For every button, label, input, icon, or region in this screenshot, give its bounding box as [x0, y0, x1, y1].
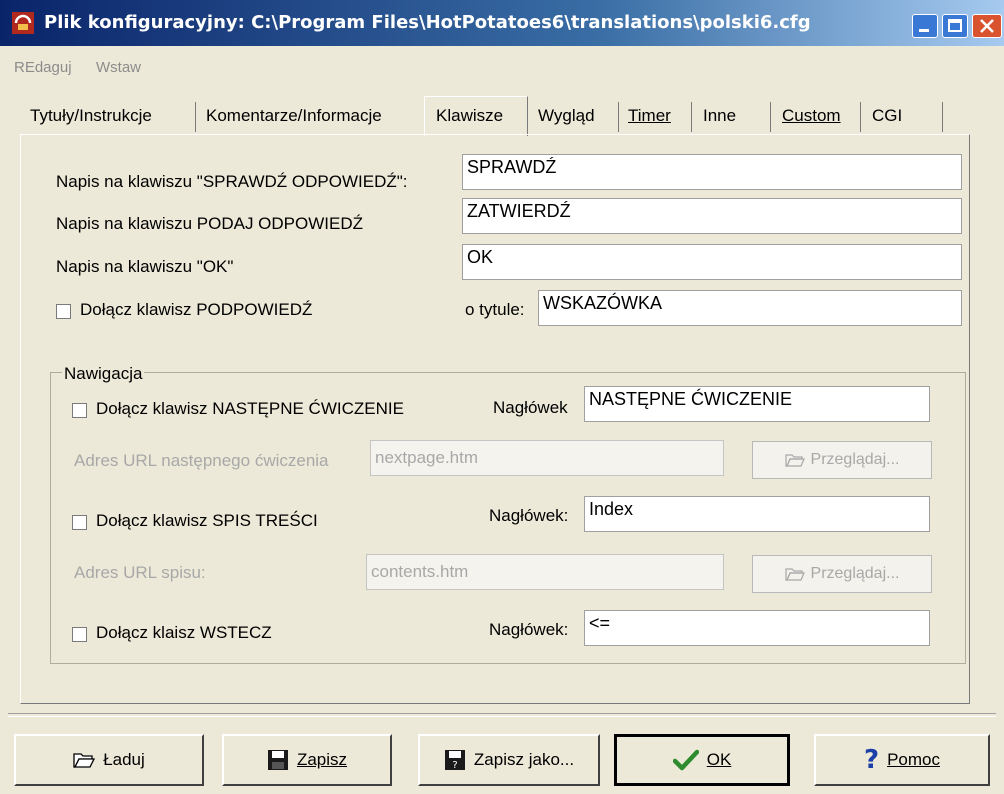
- tab-separator: [770, 102, 771, 132]
- tab-timer-label: Timer: [628, 106, 671, 125]
- ok-button-text-input[interactable]: OK: [462, 244, 962, 280]
- tab-appearance-label: Wygląd: [538, 106, 595, 125]
- svg-text:?: ?: [452, 760, 457, 771]
- help-question-icon: ?: [863, 745, 880, 775]
- next-header-label: Nagłówek: [493, 398, 568, 417]
- tab-separator: [942, 102, 943, 132]
- save-button-text: Zapisz: [296, 750, 348, 769]
- save-button-label: Zapisz: [297, 750, 347, 770]
- save-as-button[interactable]: ? Zapisz jako...: [418, 734, 600, 786]
- menu-edit[interactable]: REdaguj: [14, 59, 72, 76]
- save-as-icon: ?: [444, 750, 465, 771]
- close-button[interactable]: [972, 14, 1002, 38]
- load-button-label: Ładuj: [103, 750, 145, 769]
- menu-insert[interactable]: Wstaw: [96, 59, 141, 76]
- menu-bar: REdaguj Wstaw: [0, 50, 1004, 80]
- checkmark-icon: [672, 749, 699, 771]
- hint-title-input[interactable]: WSKAZÓWKA: [538, 290, 962, 326]
- ok-button[interactable]: OK: [614, 734, 790, 786]
- floppy-disk-icon: [267, 750, 288, 770]
- help-button[interactable]: ? Pomoc: [814, 734, 990, 786]
- maximize-icon: [948, 19, 962, 32]
- hint-title-label: o tytule:: [465, 300, 525, 319]
- give-answer-button-label: Napis na klawiszu PODAJ ODPOWIEDŹ: [56, 214, 364, 233]
- tab-separator: [195, 102, 196, 132]
- include-hint-checkbox[interactable]: [56, 304, 71, 319]
- load-button[interactable]: Ładuj: [14, 734, 204, 786]
- contents-url-input[interactable]: contents.htm: [366, 554, 724, 590]
- tab-cgi[interactable]: CGI: [866, 98, 908, 134]
- include-next-exercise-label: Dołącz klawisz NASTĘPNE ĆWICZENIE: [96, 399, 404, 418]
- check-button-label: Napis na klawiszu "SPRAWDŹ ODPOWIEDŹ":: [56, 172, 408, 191]
- browse-contents-url-button[interactable]: Przeglądaj...: [752, 555, 932, 593]
- folder-open-icon: [73, 753, 96, 768]
- folder-open-icon: [784, 568, 805, 581]
- contents-url-label: Adres URL spisu:: [74, 563, 206, 582]
- save-button[interactable]: Zapisz: [222, 734, 392, 786]
- check-button-text-input[interactable]: SPRAWDŹ: [462, 154, 962, 190]
- include-back-checkbox[interactable]: [72, 627, 87, 642]
- tab-timer[interactable]: Timer: [622, 98, 677, 134]
- give-answer-button-text-input[interactable]: ZATWIERDŹ: [462, 198, 962, 234]
- tab-custom-label: Custom: [782, 106, 841, 125]
- include-hint-label: Dołącz klawisz PODPOWIEDŹ: [80, 300, 313, 319]
- back-header-input[interactable]: <=: [584, 610, 930, 646]
- ok-button-text: OK: [706, 750, 732, 769]
- help-button-text: Pomoc: [887, 750, 940, 769]
- browse-next-url-button[interactable]: Przeglądaj...: [752, 441, 932, 479]
- contents-header-input[interactable]: Index: [584, 496, 930, 532]
- next-url-input[interactable]: nextpage.htm: [370, 440, 724, 476]
- help-button-label: Pomoc: [887, 750, 940, 770]
- tab-other[interactable]: Inne: [697, 98, 742, 134]
- close-icon: [980, 19, 994, 33]
- include-contents-checkbox[interactable]: [72, 515, 87, 530]
- ok-button-label: Napis na klawiszu "OK": [56, 257, 234, 276]
- minimize-button[interactable]: [912, 14, 938, 38]
- tab-separator: [691, 102, 692, 132]
- minimize-icon: [919, 29, 929, 32]
- include-contents-label: Dołącz klawisz SPIS TREŚCI: [96, 511, 318, 530]
- browse-contents-url-label: Przeglądaj...: [810, 565, 900, 582]
- tab-titles-instructions[interactable]: Tytuły/Instrukcje: [24, 98, 158, 134]
- next-header-input[interactable]: NASTĘPNE ĆWICZENIE: [584, 386, 930, 422]
- next-url-label: Adres URL następnego ćwiczenia: [74, 451, 329, 470]
- folder-open-icon: [784, 454, 805, 467]
- tab-buttons[interactable]: Klawisze: [430, 98, 509, 134]
- browse-next-url-label: Przeglądaj...: [810, 451, 900, 468]
- maximize-button[interactable]: [942, 14, 968, 38]
- footer-separator: [8, 713, 996, 717]
- include-back-label: Dołącz klaisz WSTECZ: [96, 623, 272, 642]
- navigation-legend: Nawigacja: [62, 364, 145, 384]
- back-header-label: Nagłówek:: [489, 620, 569, 639]
- tab-separator: [860, 102, 861, 132]
- hot-potatoes-app-icon: [12, 12, 34, 34]
- tab-separator: [618, 102, 619, 132]
- save-as-button-label: Zapisz jako...: [473, 750, 575, 769]
- tab-comments-info[interactable]: Komentarze/Informacje: [200, 98, 388, 134]
- config-window: Plik konfiguracyjny: C:\Program Files\Ho…: [0, 0, 1004, 794]
- contents-header-label: Nagłówek:: [489, 506, 569, 525]
- include-next-exercise-checkbox[interactable]: [72, 403, 87, 418]
- title-bar[interactable]: Plik konfiguracyjny: C:\Program Files\Ho…: [0, 0, 1004, 46]
- window-title: Plik konfiguracyjny: C:\Program Files\Ho…: [44, 12, 811, 33]
- ok-button-label: OK: [707, 750, 732, 770]
- tab-appearance[interactable]: Wygląd: [532, 98, 601, 134]
- tab-custom[interactable]: Custom: [776, 98, 847, 134]
